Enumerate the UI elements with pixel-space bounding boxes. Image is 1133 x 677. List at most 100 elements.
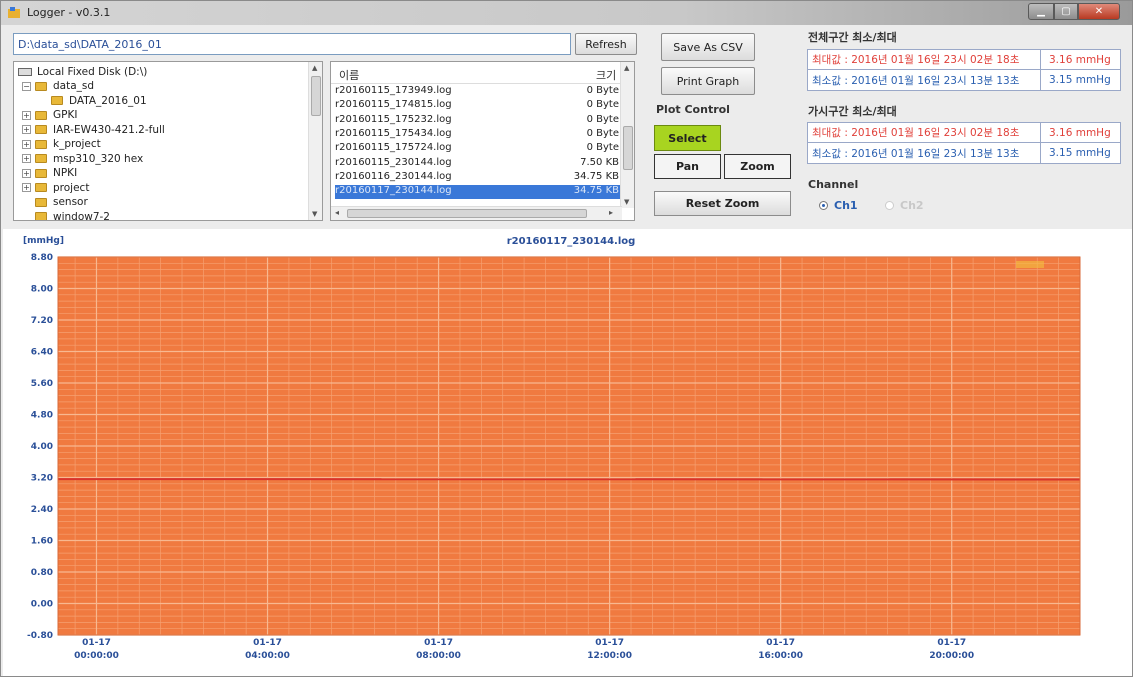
- ch1-radio[interactable]: Ch1: [819, 199, 858, 212]
- plot-control-label: Plot Control: [656, 103, 730, 116]
- chart-title: r20160117_230144.log: [507, 236, 636, 247]
- y-tick-label: 0.80: [31, 568, 53, 578]
- tree-scrollbar[interactable]: ▲ ▼: [308, 62, 322, 220]
- window-controls: ▁ ▢ ✕: [1028, 3, 1120, 20]
- list-vscrollbar[interactable]: ▲ ▼: [620, 62, 634, 208]
- y-tick-label: 4.00: [31, 442, 53, 452]
- tree-item-label: DATA_2016_01: [69, 94, 147, 107]
- file-name: r20160115_174815.log: [335, 99, 452, 111]
- scroll-right-icon[interactable]: ▸: [609, 208, 613, 217]
- tree-item[interactable]: DATA_2016_01: [38, 94, 147, 108]
- tree-root[interactable]: Local Fixed Disk (D:\): [18, 65, 147, 79]
- visible-max-value: 3.16 mmHg: [1049, 126, 1111, 139]
- tree-item[interactable]: sensor: [22, 195, 88, 209]
- folder-icon: [35, 197, 47, 207]
- file-row[interactable]: r20160115_175232.log 0 Byte: [335, 114, 621, 128]
- scroll-left-icon[interactable]: ◂: [335, 208, 339, 217]
- expander-icon[interactable]: +: [22, 110, 31, 120]
- ch2-radio[interactable]: Ch2: [885, 199, 924, 212]
- file-row[interactable]: r20160115_230144.log 7.50 KB: [335, 157, 621, 171]
- y-tick-label: 5.60: [31, 379, 53, 389]
- file-row[interactable]: r20160116_230144.log 34.75 KB: [335, 171, 621, 185]
- maximize-button[interactable]: ▢: [1054, 3, 1078, 20]
- scroll-up-icon[interactable]: ▲: [312, 64, 317, 72]
- visible-range-box: 최대값 : 2016년 01월 16일 23시 02분 18초 3.16 mmH…: [807, 122, 1121, 164]
- file-name: r20160116_230144.log: [335, 170, 452, 182]
- chart-area[interactable]: 8.80 8.00 7.20 6.40 5.60 4.80 4.00 3.20 2.40 1.60…: [3, 229, 1132, 676]
- tree-item[interactable]: + project: [22, 181, 89, 195]
- tree-item[interactable]: window7-2: [22, 210, 110, 220]
- window-title: Logger - v0.3.1: [27, 6, 111, 19]
- expander-icon[interactable]: +: [22, 168, 31, 178]
- tree-item[interactable]: + GPKI: [22, 108, 77, 122]
- minimize-button[interactable]: ▁: [1028, 3, 1054, 20]
- folder-icon: [51, 96, 63, 105]
- file-size: 0 Byte: [586, 99, 619, 111]
- full-max-value: 3.16 mmHg: [1049, 53, 1111, 66]
- folder-icon: [35, 110, 47, 120]
- file-name: r20160115_175232.log: [335, 113, 452, 125]
- y-tick-label: 8.00: [31, 285, 53, 295]
- radio-unchecked-icon: [885, 201, 894, 210]
- tree-item-label: k_project: [53, 138, 101, 150]
- scroll-down-icon[interactable]: ▼: [312, 210, 317, 218]
- file-size: 7.50 KB: [580, 156, 619, 168]
- expander-icon[interactable]: +: [22, 125, 31, 134]
- y-axis-label: [mmHg]: [23, 236, 64, 246]
- list-hscrollbar[interactable]: ◂ ▸: [331, 206, 622, 220]
- scroll-up-icon[interactable]: ▲: [624, 64, 629, 72]
- expander-icon[interactable]: +: [22, 139, 31, 149]
- path-input[interactable]: D:\data_sd\DATA_2016_01: [13, 33, 571, 55]
- folder-icon: [35, 81, 47, 91]
- print-graph-button[interactable]: Print Graph: [661, 67, 755, 95]
- pan-button[interactable]: Pan: [654, 154, 721, 179]
- tree-item-label: msp310_320 hex: [53, 152, 144, 165]
- refresh-button[interactable]: Refresh: [575, 33, 637, 55]
- tree-item[interactable]: − data_sd: [22, 79, 94, 93]
- tree-item[interactable]: + msp310_320 hex: [22, 152, 143, 166]
- close-button[interactable]: ✕: [1078, 3, 1120, 20]
- expander-icon[interactable]: −: [22, 81, 31, 91]
- file-row[interactable]: r20160115_174815.log 0 Byte: [335, 99, 621, 113]
- x-tick-date: 01-17: [937, 638, 966, 648]
- full-min-row: 최소값 : 2016년 01월 16일 23시 13분 13초 3.15 mmH…: [808, 70, 1120, 90]
- x-tick-date: 01-17: [766, 638, 795, 648]
- y-tick-label: 0.00: [31, 600, 53, 610]
- folder-icon: [35, 154, 47, 163]
- zoom-button[interactable]: Zoom: [724, 154, 791, 179]
- file-row[interactable]: r20160115_175434.log 0 Byte: [335, 128, 621, 142]
- logger-window: Logger - v0.3.1 ▁ ▢ ✕ D:\data_sd\DATA_20…: [0, 0, 1133, 677]
- full-max-label: 최대값 : 2016년 01월 16일 23시 02분 18초: [808, 50, 1041, 69]
- select-button[interactable]: Select: [654, 125, 721, 151]
- tree-item[interactable]: + IAR-EW430-421.2-full: [22, 123, 165, 137]
- header-size[interactable]: 크기: [596, 67, 616, 83]
- list-hscroll-thumb[interactable]: [347, 209, 587, 218]
- visible-max-label: 최대값 : 2016년 01월 16일 23시 02분 18초: [808, 123, 1041, 142]
- tree-scroll-thumb[interactable]: [311, 76, 321, 116]
- tree-item[interactable]: + k_project: [22, 137, 101, 151]
- save-csv-button[interactable]: Save As CSV: [661, 33, 755, 61]
- tree-item-label: project: [53, 181, 90, 194]
- app-icon: [8, 7, 20, 18]
- expander-icon[interactable]: +: [22, 183, 31, 192]
- file-row[interactable]: r20160115_175724.log 0 Byte: [335, 142, 621, 156]
- folder-tree[interactable]: Local Fixed Disk (D:\) − data_sd DATA_2016…: [13, 61, 323, 221]
- scroll-down-icon[interactable]: ▼: [624, 198, 629, 206]
- header-name[interactable]: 이름: [339, 67, 359, 83]
- reset-zoom-button[interactable]: Reset Zoom: [654, 191, 791, 216]
- list-scroll-thumb[interactable]: [623, 126, 633, 170]
- pressure-chart[interactable]: 8.80 8.00 7.20 6.40 5.60 4.80 4.00 3.20 2.40 1.60…: [3, 229, 1132, 676]
- x-tick-date: 01-17: [253, 638, 282, 648]
- full-max-row: 최대값 : 2016년 01월 16일 23시 02분 18초 3.16 mmH…: [808, 50, 1120, 70]
- file-list[interactable]: 이름 크기 r20160115_173949.log 0 Byte r2016011…: [330, 61, 635, 221]
- tree-item[interactable]: + NPKI: [22, 166, 77, 180]
- x-tick-time: 08:00:00: [416, 651, 461, 661]
- file-row[interactable]: r20160117_230144.log 34.75 KB: [335, 185, 621, 200]
- ch1-label: Ch1: [834, 199, 858, 212]
- file-row[interactable]: r20160115_173949.log 0 Byte: [335, 85, 621, 99]
- expander-icon[interactable]: +: [22, 154, 31, 163]
- tree-item-label: sensor: [53, 196, 88, 208]
